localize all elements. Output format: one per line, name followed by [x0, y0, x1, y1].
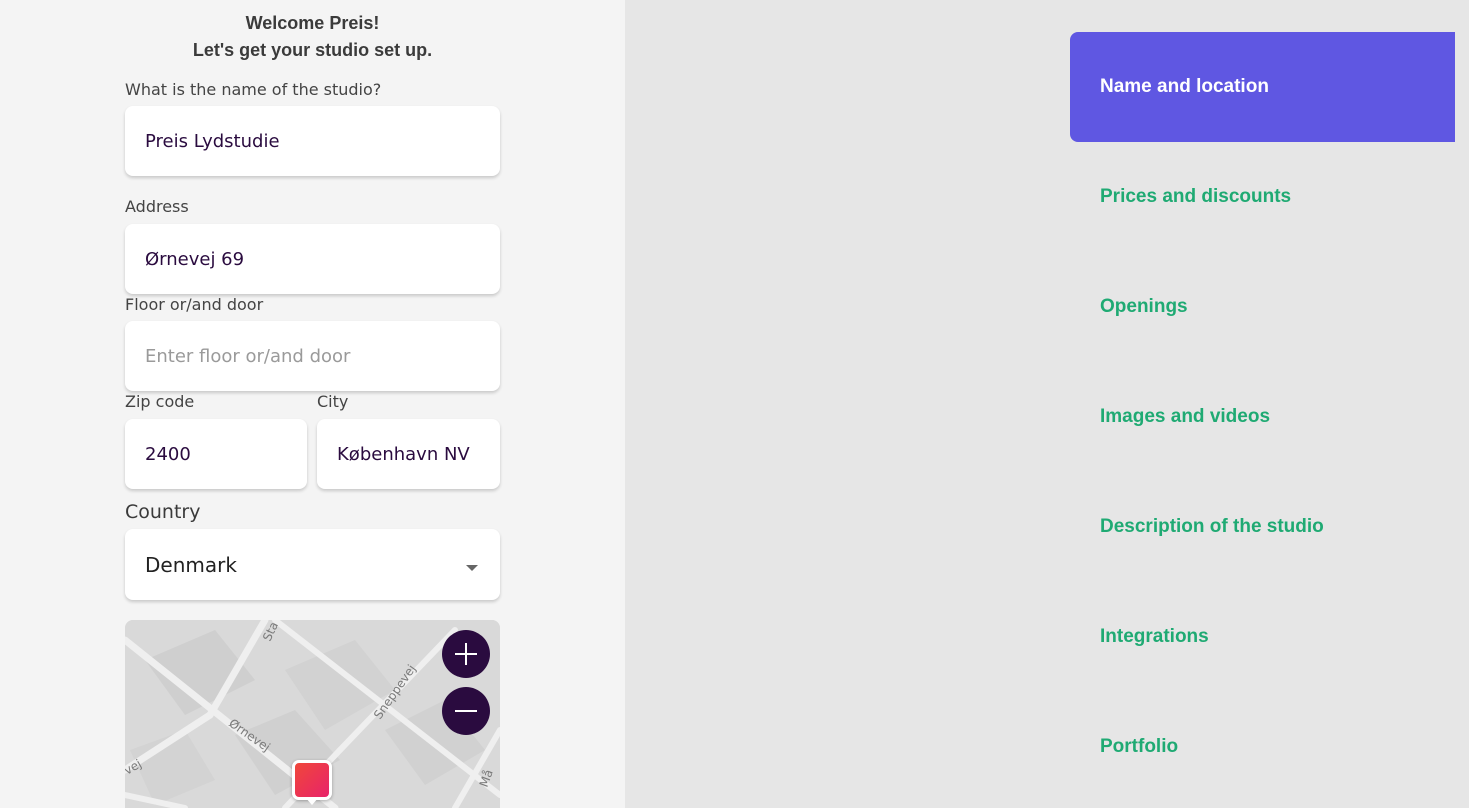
- nav-item-description[interactable]: Description of the studio: [1070, 472, 1455, 582]
- city-value: København NV: [337, 443, 470, 465]
- map-zoom-in-button[interactable]: [442, 630, 490, 678]
- nav-item-label: Portfolio: [1100, 736, 1179, 757]
- address-value: Ørnevej 69: [145, 248, 245, 270]
- zip-input[interactable]: 2400: [125, 419, 307, 489]
- country-label: Country: [125, 501, 201, 523]
- nav-item-prices-and-discounts[interactable]: Prices and discounts: [1070, 142, 1455, 252]
- studio-name-input[interactable]: Preis Lydstudie: [125, 106, 500, 176]
- nav-item-label: Name and location: [1100, 76, 1269, 97]
- map-pin-tail: [305, 797, 319, 805]
- minus-icon: [455, 709, 477, 713]
- nav-item-label: Prices and discounts: [1100, 186, 1292, 207]
- nav-item-images-and-videos[interactable]: Images and videos: [1070, 362, 1455, 472]
- nav-item-label: Integrations: [1100, 626, 1209, 647]
- nav-item-name-and-location[interactable]: Name and location: [1070, 32, 1455, 142]
- dropdown-caret-icon: [466, 565, 478, 571]
- address-input[interactable]: Ørnevej 69: [125, 224, 500, 294]
- city-label: City: [317, 392, 349, 411]
- welcome-subtitle: Let's get your studio set up.: [192, 40, 433, 60]
- nav-item-integrations[interactable]: Integrations: [1070, 582, 1455, 692]
- map-zoom-out-button[interactable]: [442, 687, 490, 735]
- nav-item-label: Images and videos: [1100, 406, 1271, 427]
- map-location-pin-icon[interactable]: [292, 760, 332, 800]
- plus-icon-vertical: [464, 643, 468, 665]
- country-selected-value: Denmark: [145, 552, 237, 577]
- nav-item-openings[interactable]: Openings: [1070, 252, 1455, 362]
- welcome-heading: Welcome Preis! Let's get your studio set…: [0, 10, 625, 64]
- welcome-title: Welcome Preis!: [245, 13, 380, 33]
- floor-input[interactable]: Enter floor or/and door: [125, 321, 500, 391]
- zip-value: 2400: [145, 443, 191, 465]
- nav-item-label: Openings: [1100, 296, 1188, 317]
- nav-item-label: Description of the studio: [1100, 516, 1324, 537]
- nav-item-portfolio[interactable]: Portfolio: [1070, 692, 1455, 802]
- floor-label: Floor or/and door: [125, 295, 264, 314]
- city-input[interactable]: København NV: [317, 419, 500, 489]
- studio-name-label: What is the name of the studio?: [125, 80, 382, 99]
- country-select[interactable]: Denmark: [125, 529, 500, 600]
- address-label: Address: [125, 197, 189, 216]
- studio-name-value: Preis Lydstudie: [145, 130, 280, 152]
- floor-placeholder: Enter floor or/and door: [145, 345, 351, 367]
- zip-label: Zip code: [125, 392, 195, 411]
